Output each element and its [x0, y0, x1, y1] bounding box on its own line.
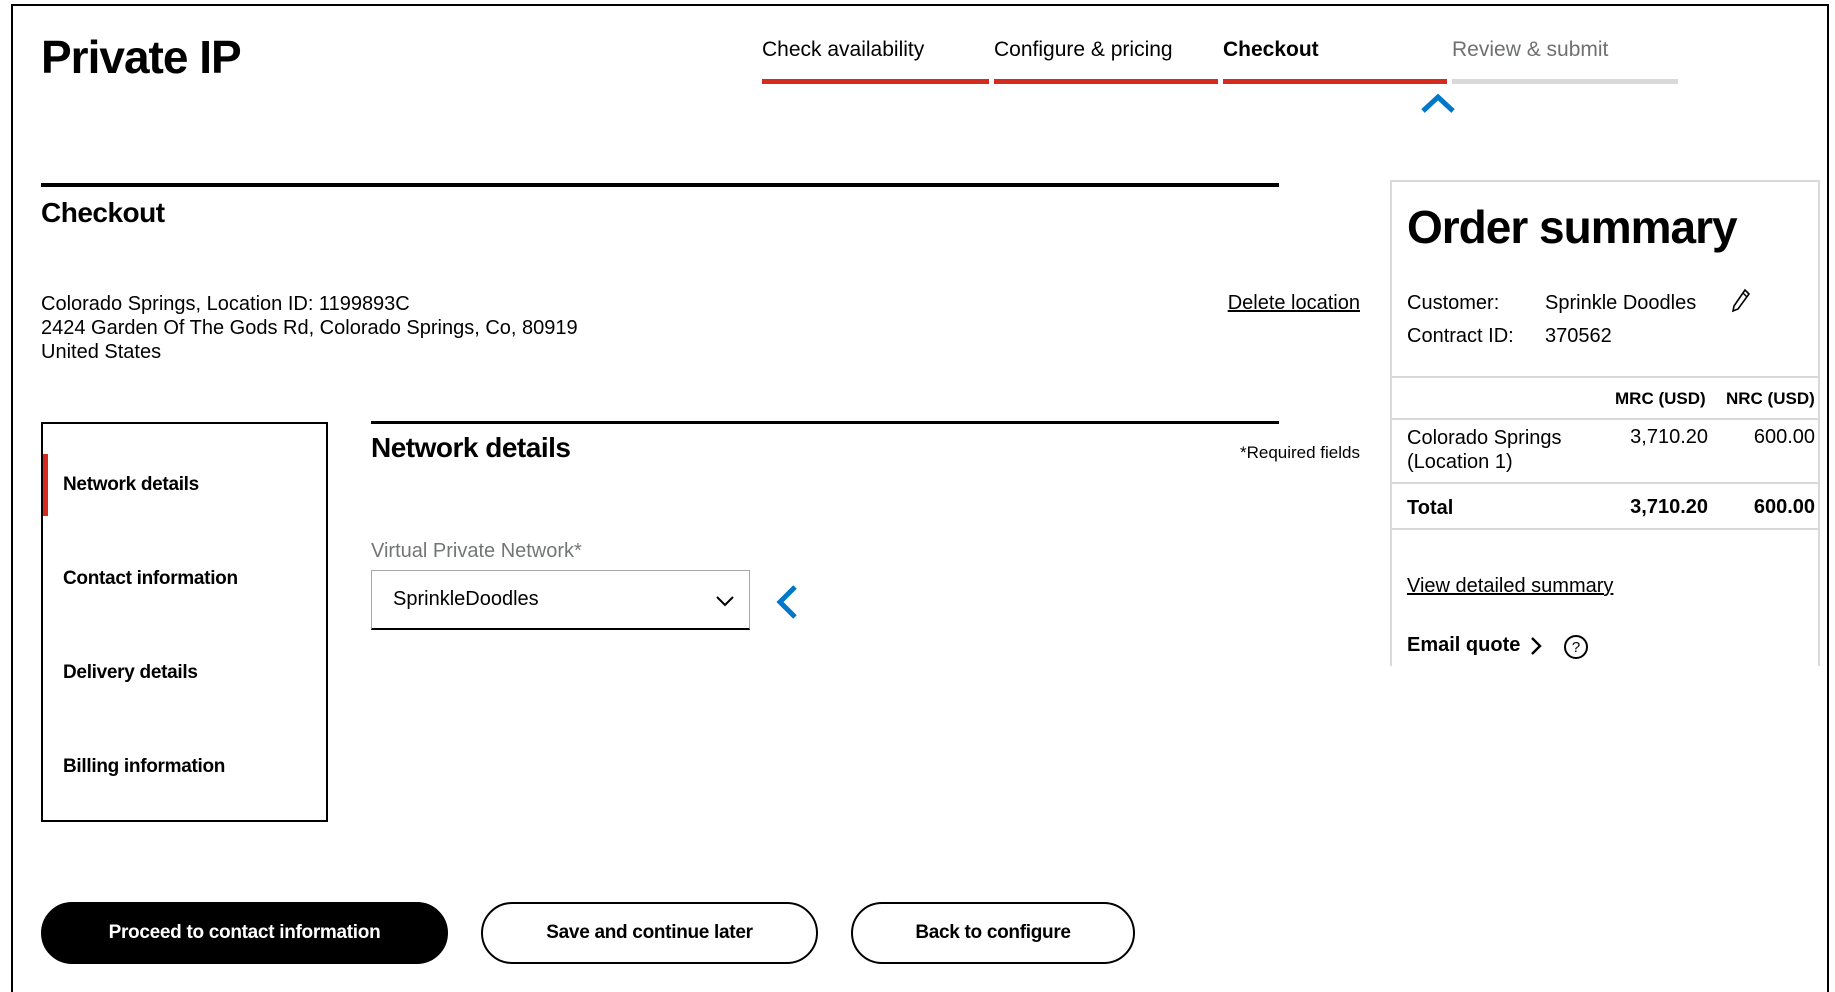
line-item-mrc: 3,710.20 [1630, 426, 1708, 448]
side-nav-delivery-details[interactable]: Delivery details [43, 642, 326, 704]
step-progress-bar [762, 79, 989, 84]
line-item-nrc: 600.00 [1753, 426, 1815, 448]
vpn-selected-value: SprinkleDoodles [393, 588, 539, 610]
step-label: Configure & pricing [994, 38, 1173, 61]
chevron-left-icon [775, 584, 799, 625]
step-progress-bar [1223, 79, 1447, 84]
chevron-right-icon [1530, 636, 1543, 656]
back-to-configure-button[interactable]: Back to configure [851, 902, 1135, 964]
chevron-up-icon [1420, 92, 1456, 119]
pencil-icon[interactable] [1731, 288, 1751, 320]
nrc-column-header: NRC (USD) [1726, 389, 1815, 408]
step-label: Checkout [1223, 38, 1319, 61]
line-item-label: Colorado Springs (Location 1) [1407, 426, 1562, 474]
required-fields-note: *Required fields [1239, 443, 1360, 462]
contract-row: Contract ID: 370562 [1407, 325, 1612, 348]
step-configure-pricing[interactable]: Configure & pricing [994, 38, 1218, 84]
location-street: 2424 Garden Of The Gods Rd, Colorado Spr… [41, 317, 578, 339]
total-nrc: 600.00 [1753, 496, 1815, 518]
step-label: Review & submit [1452, 38, 1609, 61]
line-item-location: (Location 1) [1407, 451, 1513, 473]
delete-location-link[interactable]: Delete location [1228, 292, 1360, 315]
step-review-submit: Review & submit [1452, 38, 1678, 84]
step-label: Check availability [762, 38, 925, 61]
total-label: Total [1407, 497, 1454, 519]
customer-label: Customer: [1407, 292, 1500, 314]
email-quote-label: Email quote [1407, 634, 1521, 656]
contract-value: 370562 [1545, 325, 1612, 347]
order-summary-panel: Order summary Customer: Sprinkle Doodles… [1390, 180, 1820, 666]
customer-row: Customer: Sprinkle Doodles [1407, 288, 1751, 315]
network-details-title: Network details [371, 432, 571, 463]
location-country: United States [41, 341, 162, 363]
summary-divider [1392, 418, 1818, 420]
vpn-field-label: Virtual Private Network* [371, 540, 582, 562]
customer-value: Sprinkle Doodles [1545, 292, 1697, 314]
network-details-divider [371, 421, 1279, 424]
contract-label: Contract ID: [1407, 325, 1514, 347]
side-nav-billing-information[interactable]: Billing information [43, 736, 326, 798]
location-address: Colorado Springs, Location ID: 1199893C … [41, 292, 578, 364]
chevron-down-icon [715, 591, 735, 614]
checkout-title: Checkout [41, 197, 165, 228]
checkout-side-nav: Network details Contact information Deli… [41, 422, 328, 822]
mrc-column-header: MRC (USD) [1615, 389, 1706, 408]
help-icon[interactable]: ? [1564, 635, 1588, 659]
email-quote-button[interactable]: Email quote [1407, 634, 1543, 657]
vpn-select[interactable]: SprinkleDoodles [371, 570, 750, 630]
location-name-id: Colorado Springs, Location ID: 1199893C [41, 293, 410, 315]
total-mrc: 3,710.20 [1630, 496, 1708, 518]
line-item-name: Colorado Springs [1407, 427, 1562, 449]
step-progress-bar [1452, 79, 1678, 84]
save-continue-later-button[interactable]: Save and continue later [481, 902, 818, 964]
order-summary-title: Order summary [1407, 201, 1738, 253]
view-detailed-summary-link[interactable]: View detailed summary [1407, 575, 1613, 598]
summary-divider [1392, 482, 1818, 484]
step-progress-bar [994, 79, 1218, 84]
summary-divider [1392, 528, 1818, 530]
side-nav-contact-information[interactable]: Contact information [43, 548, 326, 610]
side-nav-network-details[interactable]: Network details [43, 454, 326, 516]
section-divider [41, 183, 1279, 187]
step-check-availability[interactable]: Check availability [762, 38, 989, 84]
summary-divider [1392, 376, 1818, 378]
proceed-to-contact-button[interactable]: Proceed to contact information [41, 902, 448, 964]
step-checkout[interactable]: Checkout [1223, 38, 1447, 84]
app-title: Private IP [41, 31, 242, 83]
